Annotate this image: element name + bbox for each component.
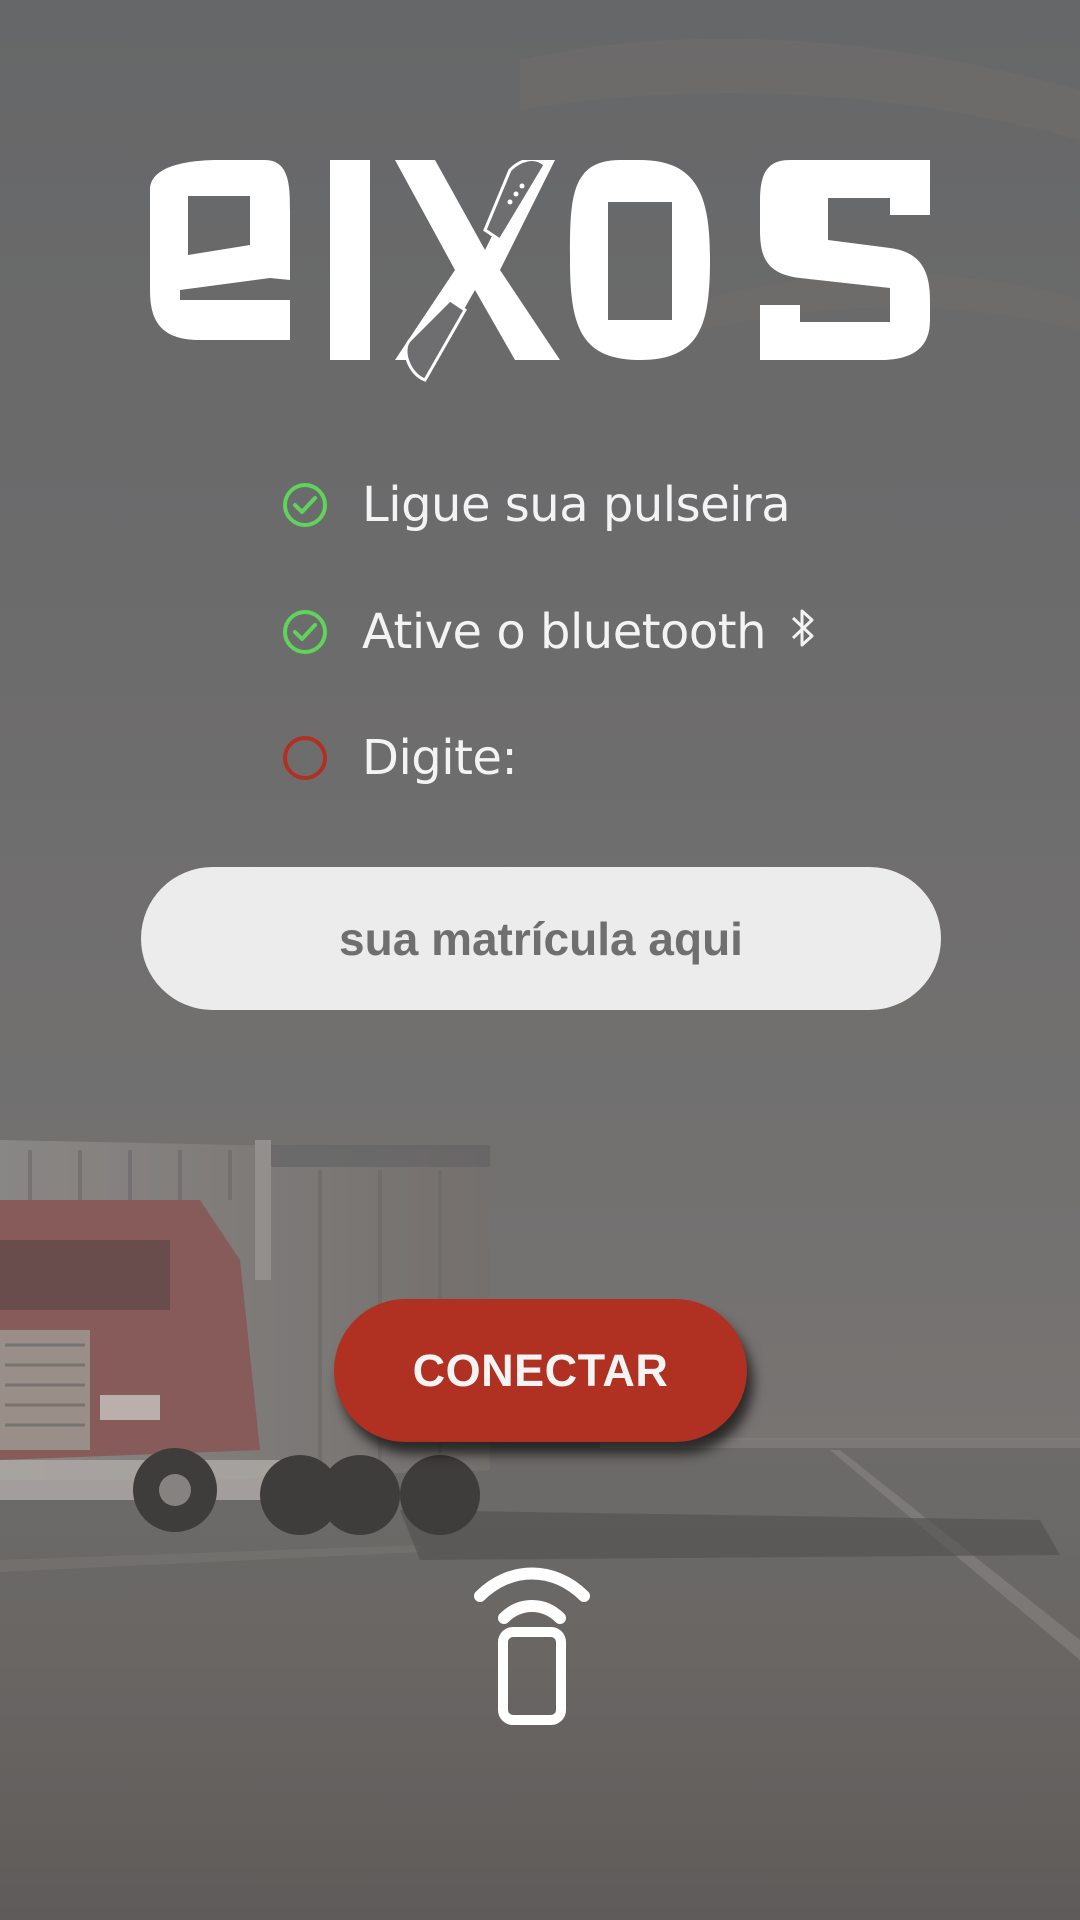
- check-circle-icon: [283, 483, 327, 527]
- step-label: Ative o bluetooth: [362, 604, 767, 660]
- step-label: Ligue sua pulseira: [362, 477, 791, 533]
- connect-screen: Ligue sua pulseira Ative o bluetooth Dig…: [0, 0, 1080, 1920]
- step-label: Digite:: [362, 730, 518, 786]
- eixos-logo: [150, 160, 930, 382]
- step-enable-bluetooth: Ative o bluetooth: [282, 597, 818, 667]
- empty-circle-icon: [283, 736, 327, 780]
- phone-wireless-icon: [474, 1567, 590, 1725]
- check-circle-icon: [283, 610, 327, 654]
- step-turn-on-bracelet: Ligue sua pulseira: [282, 470, 791, 540]
- step-type-registration: Digite:: [282, 723, 518, 793]
- connect-button[interactable]: CONECTAR: [334, 1299, 747, 1442]
- registration-input[interactable]: [141, 867, 941, 1010]
- bluetooth-icon: [791, 609, 814, 647]
